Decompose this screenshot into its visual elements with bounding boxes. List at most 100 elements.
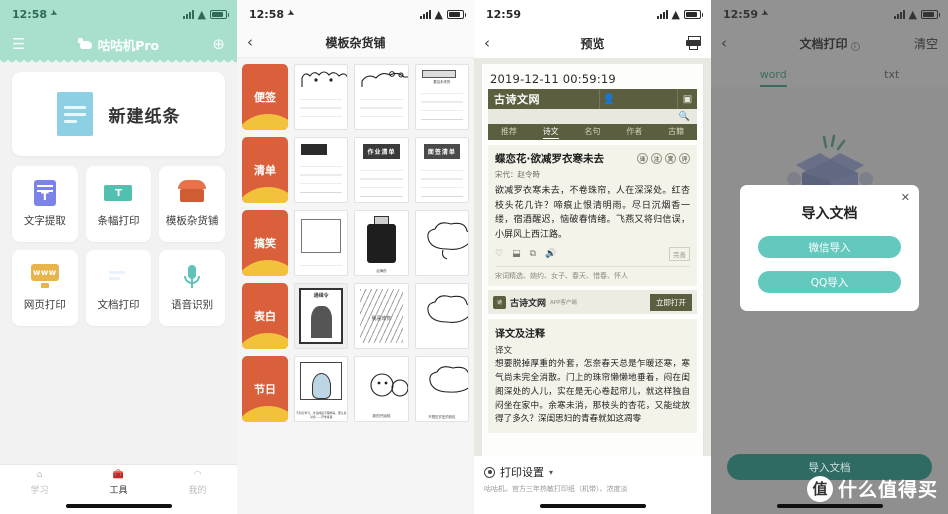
sketch-kids-icon <box>370 373 408 397</box>
translation-subheading: 译文 <box>495 346 513 357</box>
category-chip[interactable]: 搞笑 <box>242 210 288 276</box>
home-indicator <box>65 504 172 508</box>
heart-icon: ♡ <box>495 249 504 260</box>
printer-icon[interactable] <box>686 36 701 50</box>
signal-icon <box>656 9 668 19</box>
tools-body: 新建纸条 T 文字提取 T 条幅打印 模板杂货铺 www 网页打印 文档打印 语… <box>0 60 237 326</box>
close-icon[interactable]: ✕ <box>901 191 910 204</box>
menu-icon[interactable]: ☰ <box>12 36 25 52</box>
category-label: 便签 <box>254 91 276 104</box>
status-left: 12:58 ➤ <box>12 8 59 21</box>
site-tab-books: 古籍 <box>668 127 685 136</box>
battery-icon <box>684 9 703 19</box>
template-thumb[interactable] <box>294 210 349 276</box>
category-chip[interactable]: 节日 <box>242 356 288 422</box>
search-icon: 🔍 <box>678 111 690 122</box>
sketch-cloud-icon <box>426 295 468 323</box>
feature-label: 文字提取 <box>23 215 66 227</box>
feature-web-print[interactable]: www 网页打印 <box>12 250 78 326</box>
template-thumb[interactable] <box>414 283 469 349</box>
feature-label: 网页打印 <box>23 299 66 311</box>
template-thumb[interactable]: 面签清单 <box>414 137 469 203</box>
app-logo-icon: 诗 <box>493 295 506 309</box>
chevron-down-icon[interactable]: ▾ <box>549 468 553 477</box>
thumb-caption: 后悔药 <box>376 269 387 273</box>
app-promo-button: 立即打开 <box>650 293 692 311</box>
home-indicator <box>776 504 883 508</box>
template-thumb[interactable] <box>294 137 349 203</box>
back-icon[interactable]: ‹ <box>484 35 490 51</box>
plus-circle-icon[interactable]: ⊕ <box>212 36 225 52</box>
category-chip[interactable]: 便签 <box>242 64 288 130</box>
template-thumb[interactable] <box>294 64 349 130</box>
bookmark-icon: ▣ <box>677 89 697 109</box>
panel-document-print: 12:59 ➤ ▲ ‹ 文档打印i 清空 word txt <box>711 0 948 514</box>
page-title: 预览 <box>580 36 605 51</box>
template-thumb[interactable]: 不到打学习，考试成绩不理想等，要认真对待——开学寄语 <box>294 356 349 422</box>
print-settings-row: 打印设置 ▾ <box>484 464 701 480</box>
qq-import-button[interactable]: QQ导入 <box>758 271 901 293</box>
template-thumb[interactable] <box>354 64 409 130</box>
gugu-logo-icon <box>77 38 94 50</box>
status-left: 12:59 <box>486 8 521 21</box>
category-chip[interactable]: 清单 <box>242 137 288 203</box>
battery-icon <box>210 9 229 19</box>
tab-study[interactable]: ⌂ 学习 <box>0 470 79 497</box>
watermark-badge: 值 <box>806 475 833 502</box>
poem-btn-comment: 评 <box>679 153 690 164</box>
wifi-icon: ▲ <box>434 7 443 21</box>
app-header: ☰ 咕咕机Pro ⊕ <box>0 28 237 64</box>
app-title-group: 咕咕机Pro <box>77 35 160 54</box>
sound-icon: 🔊 <box>545 249 557 260</box>
template-thumb[interactable]: 后悔药 <box>354 210 409 276</box>
feature-voice-recognition[interactable]: 语音识别 <box>159 250 225 326</box>
app-promo-name: 古诗文网 <box>510 298 547 309</box>
site-tab-poems: 诗文 <box>542 126 559 139</box>
site-header: 古诗文网 👤 ▣ <box>488 89 697 109</box>
poem-card: 蝶恋花·欲减罗衣寒未去 译 注 赏 评 宋代：赵令畤 欲减罗衣寒未去，不卷珠帘，… <box>488 145 697 287</box>
panel-template-shop: 12:58 ➤ ▲ ‹ 模板杂货铺 便签 要自未来的 清单 作业清单 面签清单 … <box>237 0 474 514</box>
status-left: 12:58 ➤ <box>249 7 296 21</box>
feature-label: 模板杂货铺 <box>165 215 219 227</box>
poem-body: 欲减罗衣寒未去，不卷珠帘，人在深深处。红杏枝头花几许？啼痕止恨清明雨。尽日沉烟香… <box>495 186 690 240</box>
template-thumb[interactable]: 要自未来的 <box>414 64 469 130</box>
back-icon[interactable]: ‹ <box>247 35 253 50</box>
template-thumb[interactable]: 不想压岁还的钱包 <box>414 356 469 422</box>
watermark-text: 什么值得买 <box>837 479 938 501</box>
status-right: ▲ <box>656 9 703 20</box>
feature-banner-print[interactable]: T 条幅打印 <box>85 166 152 242</box>
feature-label: 文档打印 <box>97 299 140 311</box>
panel-preview: 12:59 ▲ ‹ 预览 2019-12-11 00:59:19 古诗文网 👤 … <box>474 0 711 514</box>
tab-tools[interactable]: 🧰 工具 <box>79 471 158 497</box>
radio-icon[interactable] <box>484 466 495 478</box>
template-row: 便签 要自未来的 <box>242 64 469 130</box>
app-title: 咕咕机Pro <box>97 37 160 53</box>
template-row: 清单 作业清单 面签清单 <box>242 137 469 203</box>
template-thumb[interactable]: 通缉令 <box>294 283 349 349</box>
feature-template-shop[interactable]: 模板杂货铺 <box>159 166 225 242</box>
user-icon: 👤 <box>598 89 619 109</box>
template-thumb[interactable] <box>414 210 469 276</box>
template-thumb[interactable]: 新的开始啦 <box>354 356 409 422</box>
wechat-import-button[interactable]: 微信导入 <box>758 236 901 258</box>
thumb-caption: 通缉令 <box>313 293 329 299</box>
new-note-card[interactable]: 新建纸条 <box>12 72 225 156</box>
status-bar: 12:59 ▲ <box>474 0 711 28</box>
category-chip[interactable]: 表白 <box>242 283 288 349</box>
template-row: 表白 通缉令 我喜欢你 <box>242 283 469 349</box>
page-title: 模板杂货铺 <box>325 36 386 50</box>
preview-paper: 2019-12-11 00:59:19 古诗文网 👤 ▣ 🔍 推荐 诗文 名句 … <box>482 64 703 468</box>
tab-profile[interactable]: ◠ 我的 <box>158 471 237 497</box>
feature-text-extract[interactable]: T 文字提取 <box>12 166 78 242</box>
template-thumb[interactable]: 作业清单 <box>354 137 409 203</box>
app-promo-banner: 诗 古诗文网 APP客户端 立即打开 <box>488 290 697 315</box>
template-thumb[interactable]: 我喜欢你 <box>354 283 409 349</box>
template-list[interactable]: 便签 要自未来的 清单 作业清单 面签清单 搞笑 后悔药 表白 通缉令 我喜欢你… <box>237 58 474 428</box>
template-shop-icon <box>178 180 206 206</box>
status-right: ▲ <box>419 7 466 21</box>
status-time: 12:58 <box>249 7 285 21</box>
sketch-cloud-icon <box>428 366 468 393</box>
home-icon: ⌂ <box>36 470 43 480</box>
feature-document-print[interactable]: 文档打印 <box>85 250 152 326</box>
battery-icon <box>447 9 466 19</box>
